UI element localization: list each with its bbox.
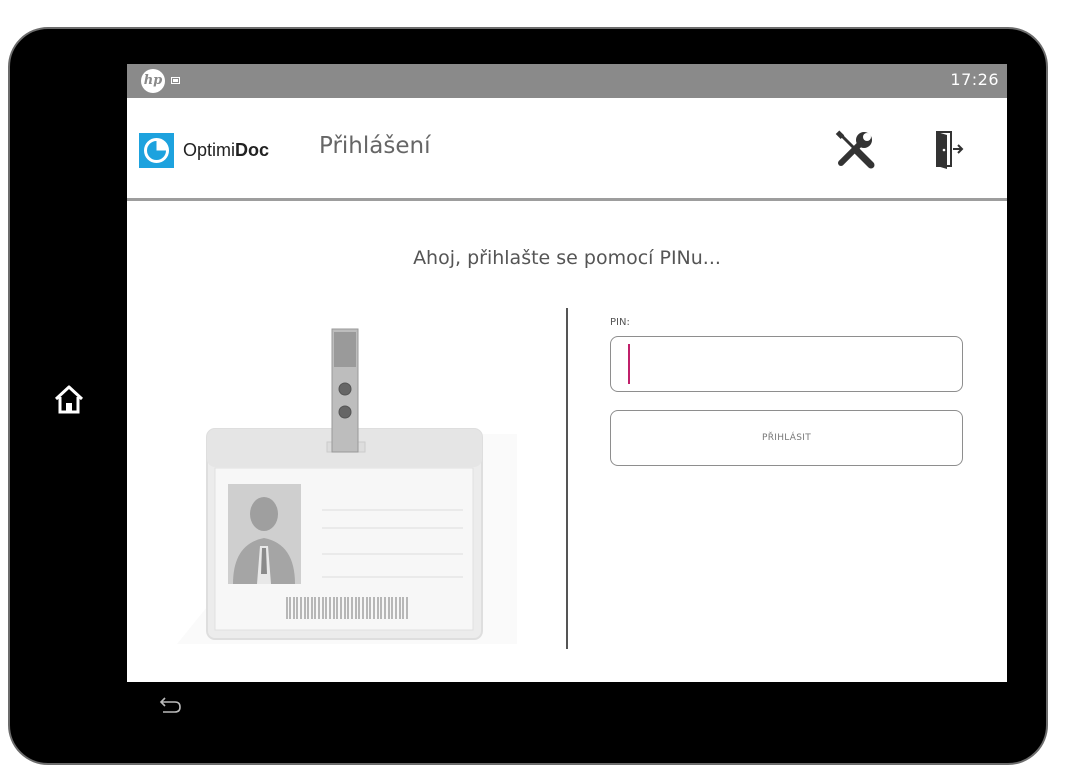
optimidoc-logo-icon bbox=[139, 133, 174, 168]
greeting-text: Ahoj, přihlašte se pomocí PINu... bbox=[413, 247, 721, 269]
back-button[interactable] bbox=[155, 695, 183, 717]
image-icon bbox=[171, 77, 180, 84]
id-badge-illustration bbox=[177, 328, 517, 644]
home-icon bbox=[54, 385, 84, 414]
text-caret bbox=[628, 344, 630, 384]
vertical-divider bbox=[566, 308, 568, 649]
printer-screen: hp 17:26 OptimiDoc Přihlášení Ahoj, přih… bbox=[127, 64, 1007, 682]
hp-logo: hp bbox=[141, 69, 165, 93]
page-title: Přihlášení bbox=[319, 133, 431, 159]
home-button[interactable] bbox=[50, 380, 88, 418]
wrench-screwdriver-icon bbox=[835, 130, 875, 169]
brand-prefix: Optimi bbox=[183, 140, 236, 160]
back-arrow-icon bbox=[159, 697, 181, 713]
status-bar: hp 17:26 bbox=[127, 64, 1007, 98]
brand-suffix: Doc bbox=[235, 140, 270, 160]
door-exit-icon bbox=[936, 131, 964, 169]
clock: 17:26 bbox=[950, 70, 999, 89]
app-header: OptimiDoc Přihlášení bbox=[127, 98, 1007, 201]
logout-button[interactable] bbox=[923, 123, 975, 175]
pin-label: PIN: bbox=[610, 317, 630, 328]
brand-name: OptimiDoc bbox=[183, 140, 269, 161]
settings-button[interactable] bbox=[829, 123, 881, 175]
pin-input[interactable] bbox=[610, 336, 963, 392]
login-button[interactable]: PŘIHLÁSIT bbox=[610, 410, 963, 466]
